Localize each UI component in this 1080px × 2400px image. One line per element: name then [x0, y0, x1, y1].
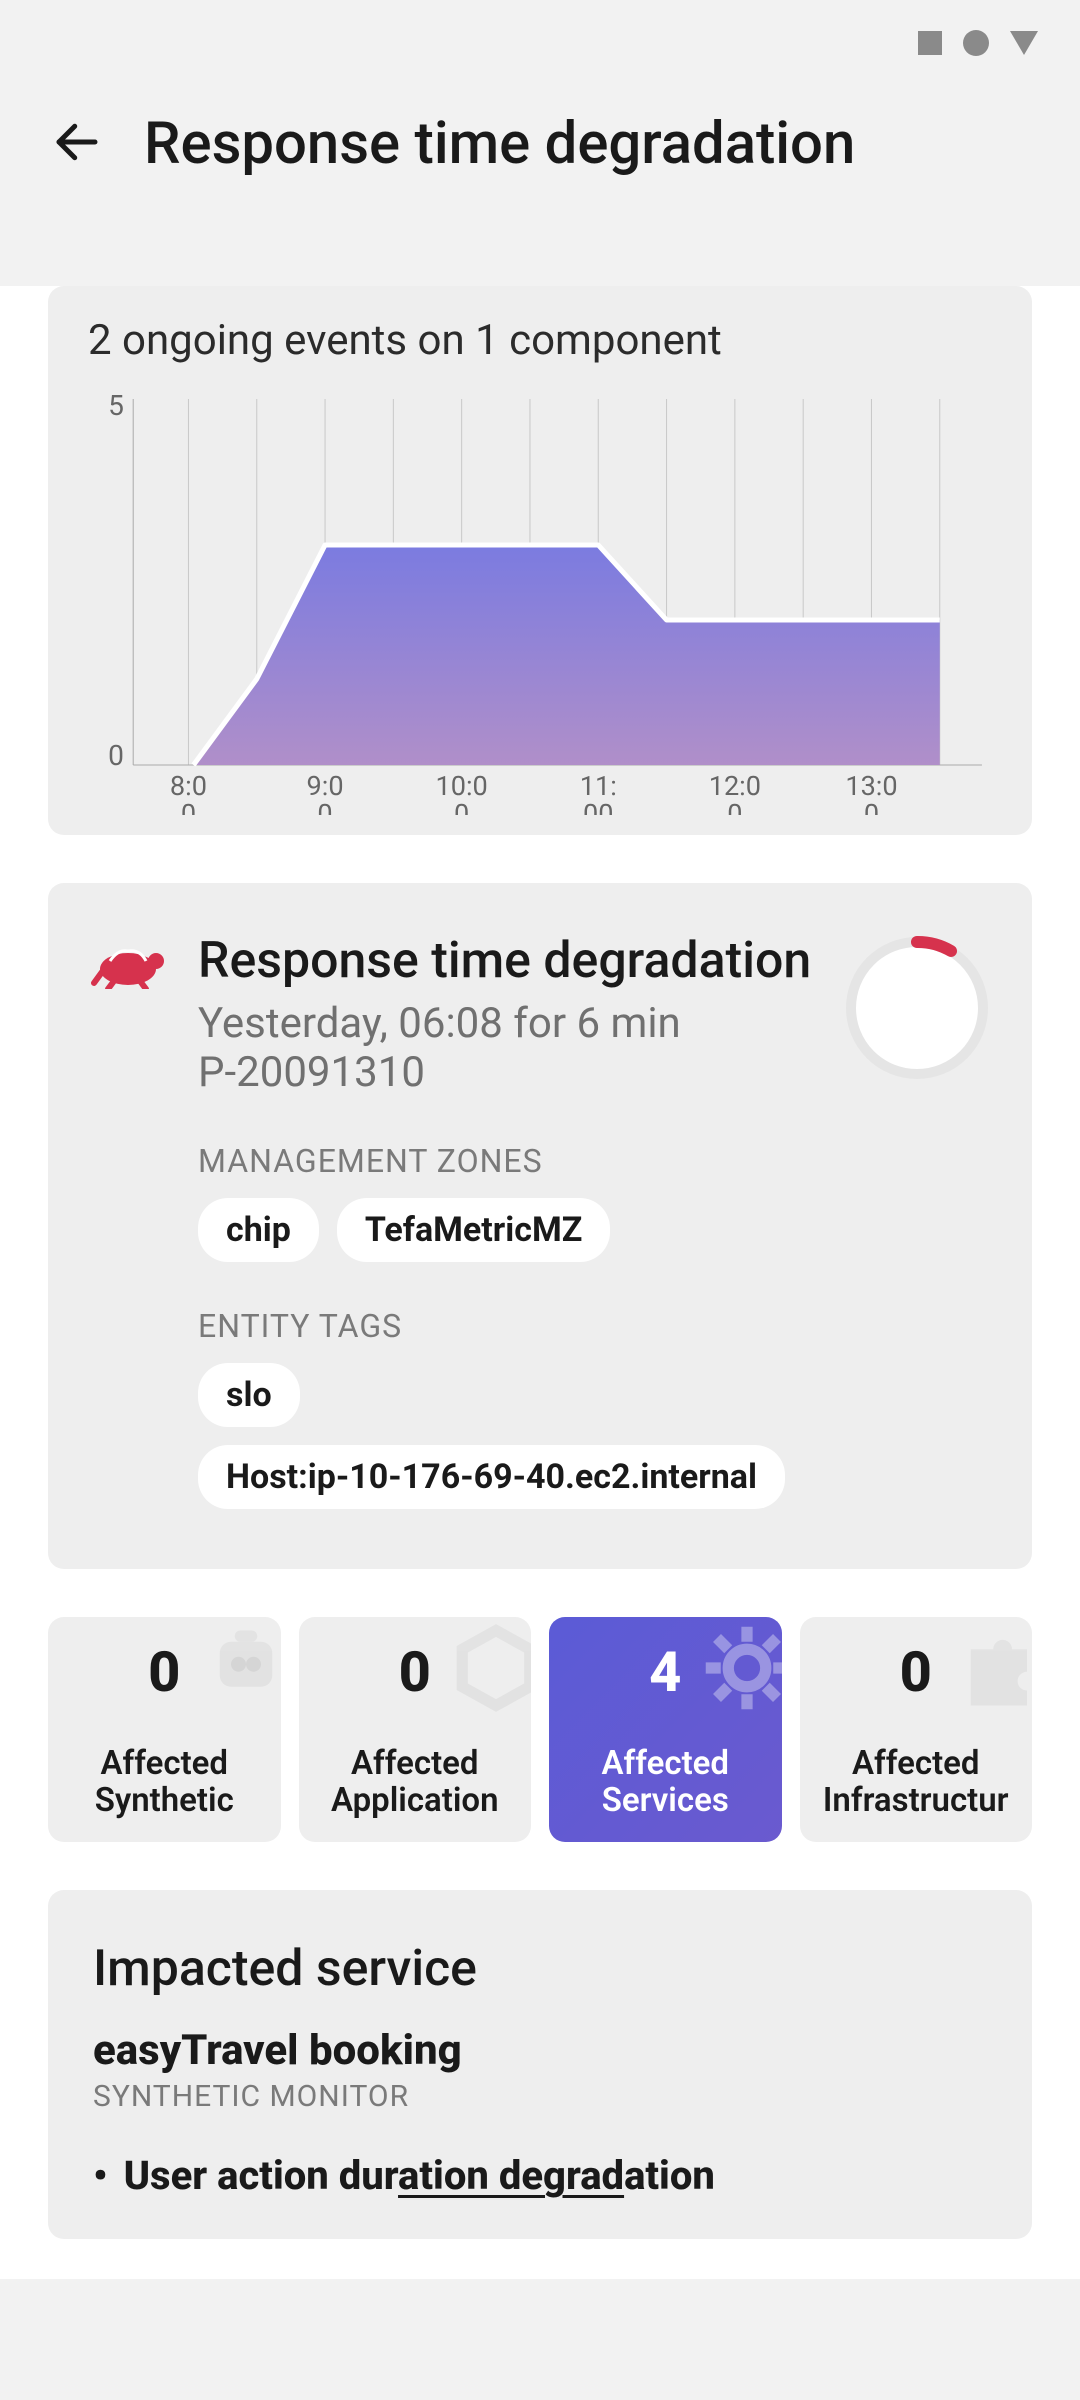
entity-tags-pills: slo Host:ip-10-176-69-40.ec2.internal [198, 1363, 812, 1509]
tile-affected-application[interactable]: 0 Affected Application [299, 1617, 532, 1843]
tag-pill[interactable]: Host:ip-10-176-69-40.ec2.internal [198, 1445, 785, 1509]
problem-subtitle: Yesterday, 06:08 for 6 min [198, 999, 812, 1048]
status-circle-icon [962, 29, 990, 61]
impacted-title: Impacted service [93, 1940, 987, 1998]
status-bar [0, 0, 1080, 90]
management-zones-pills: chip TefaMetricMZ [198, 1198, 812, 1262]
svg-text:0: 0 [727, 798, 742, 815]
impacted-service-name: easyTravel booking [93, 2026, 987, 2075]
page-title: Response time degradation [144, 110, 855, 178]
header: Response time degradation [0, 90, 1080, 238]
chart-area: 5 0 8:0 0 9:0 0 10:0 0 11: 00 12:0 0 13:… [48, 385, 1032, 815]
tile-label: Affected Services [569, 1745, 762, 1821]
tile-affected-services[interactable]: 4 Affected Services [549, 1617, 782, 1843]
tile-count: 0 [820, 1639, 1013, 1705]
tile-affected-infrastructure[interactable]: 0 Affected Infrastructur [800, 1617, 1033, 1843]
status-square-icon [916, 29, 944, 61]
ytick-5: 5 [108, 389, 124, 422]
impacted-service-type: SYNTHETIC MONITOR [93, 2079, 987, 2114]
area-chart: 5 0 8:0 0 9:0 0 10:0 0 11: 00 12:0 0 13:… [88, 385, 992, 815]
events-chart-card[interactable]: 2 ongoing events on 1 component [48, 286, 1032, 835]
impacted-service-card[interactable]: Impacted service easyTravel booking SYNT… [48, 1890, 1032, 2239]
bullet-dot-icon: • [93, 2152, 108, 2199]
mz-pill[interactable]: TefaMetricMZ [337, 1198, 610, 1262]
content-area: 2 ongoing events on 1 component [0, 286, 1080, 2279]
tag-pill[interactable]: slo [198, 1363, 300, 1427]
problem-title: Response time degradation [198, 933, 812, 991]
tile-count: 0 [68, 1639, 261, 1705]
tile-count: 0 [319, 1639, 512, 1705]
svg-text:0: 0 [317, 798, 332, 815]
problem-body: Response time degradation Yesterday, 06:… [198, 933, 812, 1509]
mz-pill[interactable]: chip [198, 1198, 319, 1262]
chart-title: 2 ongoing events on 1 component [48, 316, 1032, 385]
management-zones-label: MANAGEMENT ZONES [198, 1142, 812, 1180]
ytick-0: 0 [108, 739, 124, 772]
tile-label: Affected Infrastructur [820, 1745, 1013, 1821]
svg-text:00: 00 [583, 798, 613, 815]
problem-count-circle: 3 [842, 933, 992, 1083]
entity-tags-label: ENTITY TAGS [198, 1307, 812, 1345]
turtle-icon [88, 933, 168, 1509]
tile-affected-synthetic[interactable]: 0 Affected Synthetic [48, 1617, 281, 1843]
svg-text:0: 0 [454, 798, 469, 815]
problem-card[interactable]: Response time degradation Yesterday, 06:… [48, 883, 1032, 1569]
impacted-bullet: • User action duration degradation [93, 2152, 987, 2199]
back-arrow-icon[interactable] [50, 115, 104, 173]
status-triangle-icon [1008, 29, 1040, 61]
problem-id: P-20091310 [198, 1048, 812, 1097]
affected-tiles: 0 Affected Synthetic 0 Affected Applicat… [48, 1617, 1032, 1843]
svg-text:0: 0 [864, 798, 879, 815]
tile-count: 4 [569, 1639, 762, 1705]
svg-text:0: 0 [181, 798, 196, 815]
tile-label: Affected Application [319, 1745, 512, 1821]
tile-label: Affected Synthetic [68, 1745, 261, 1821]
area-series [193, 545, 939, 765]
